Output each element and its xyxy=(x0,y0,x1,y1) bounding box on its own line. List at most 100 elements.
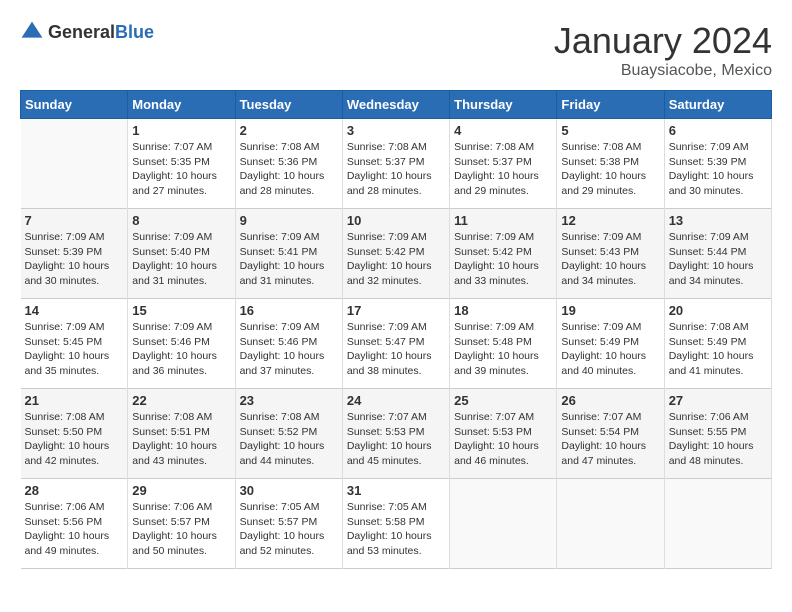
day-info: Sunrise: 7:09 AMSunset: 5:39 PMDaylight:… xyxy=(669,140,767,199)
weekday-header: Monday xyxy=(128,91,235,119)
day-number: 17 xyxy=(347,303,445,318)
day-number: 25 xyxy=(454,393,552,408)
day-number: 4 xyxy=(454,123,552,138)
calendar-cell: 1Sunrise: 7:07 AMSunset: 5:35 PMDaylight… xyxy=(128,119,235,209)
day-number: 15 xyxy=(132,303,230,318)
calendar-cell: 15 Sunrise: 7:09 AMSunset: 5:46 PMDayligh… xyxy=(128,299,235,389)
day-info: Sunrise: 7:08 AMSunset: 5:38 PMDaylight:… xyxy=(561,140,659,199)
day-number: 27 xyxy=(669,393,767,408)
day-number: 26 xyxy=(561,393,659,408)
calendar-week-row: 1Sunrise: 7:07 AMSunset: 5:35 PMDaylight… xyxy=(21,119,772,209)
day-info: Sunrise: 7:09 AMSunset: 5:46 PMDaylight:… xyxy=(240,320,338,379)
calendar-cell: 14Sunrise: 7:09 AMSunset: 5:45 PMDayligh… xyxy=(21,299,128,389)
day-number: 28 xyxy=(25,483,124,498)
day-number: 11 xyxy=(454,213,552,228)
weekday-header: Saturday xyxy=(664,91,771,119)
calendar-week-row: 14Sunrise: 7:09 AMSunset: 5:45 PMDayligh… xyxy=(21,299,772,389)
day-info: Sunrise: 7:05 AMSunset: 5:58 PMDaylight:… xyxy=(347,500,445,559)
calendar-cell: 22Sunrise: 7:08 AMSunset: 5:51 PMDayligh… xyxy=(128,389,235,479)
calendar-cell xyxy=(21,119,128,209)
calendar-cell xyxy=(664,479,771,569)
day-info: Sunrise: 7:09 AMSunset: 5:48 PMDaylight:… xyxy=(454,320,552,379)
day-number: 19 xyxy=(561,303,659,318)
day-number: 3 xyxy=(347,123,445,138)
day-info: Sunrise: 7:08 AMSunset: 5:52 PMDaylight:… xyxy=(240,410,338,469)
weekday-header: Wednesday xyxy=(342,91,449,119)
day-info: Sunrise: 7:09 AMSunset: 5:43 PMDaylight:… xyxy=(561,230,659,289)
day-info: Sunrise: 7:07 AMSunset: 5:53 PMDaylight:… xyxy=(347,410,445,469)
day-number: 7 xyxy=(25,213,124,228)
calendar-cell: 12 Sunrise: 7:09 AMSunset: 5:43 PMDayligh… xyxy=(557,209,664,299)
calendar-cell: 6 Sunrise: 7:09 AMSunset: 5:39 PMDaylight… xyxy=(664,119,771,209)
weekday-header: Thursday xyxy=(450,91,557,119)
day-number: 9 xyxy=(240,213,338,228)
day-info: Sunrise: 7:08 AMSunset: 5:36 PMDaylight:… xyxy=(240,140,338,199)
day-info: Sunrise: 7:09 AMSunset: 5:46 PMDaylight:… xyxy=(132,320,230,379)
day-info: Sunrise: 7:05 AMSunset: 5:57 PMDaylight:… xyxy=(240,500,338,559)
calendar-week-row: 7Sunrise: 7:09 AMSunset: 5:39 PMDaylight… xyxy=(21,209,772,299)
calendar-cell: 10 Sunrise: 7:09 AMSunset: 5:42 PMDayligh… xyxy=(342,209,449,299)
day-info: Sunrise: 7:09 AMSunset: 5:44 PMDaylight:… xyxy=(669,230,767,289)
day-info: Sunrise: 7:06 AMSunset: 5:55 PMDaylight:… xyxy=(669,410,767,469)
logo: GeneralBlue xyxy=(20,20,154,44)
title-block: January 2024 Buaysiacobe, Mexico xyxy=(554,20,772,80)
day-info: Sunrise: 7:09 AMSunset: 5:41 PMDaylight:… xyxy=(240,230,338,289)
day-info: Sunrise: 7:08 AMSunset: 5:37 PMDaylight:… xyxy=(454,140,552,199)
logo-icon xyxy=(20,20,44,44)
calendar-cell: 3 Sunrise: 7:08 AMSunset: 5:37 PMDaylight… xyxy=(342,119,449,209)
calendar-cell: 24 Sunrise: 7:07 AMSunset: 5:53 PMDayligh… xyxy=(342,389,449,479)
calendar-week-row: 28 Sunrise: 7:06 AMSunset: 5:56 PMDayligh… xyxy=(21,479,772,569)
calendar-cell: 19 Sunrise: 7:09 AMSunset: 5:49 PMDayligh… xyxy=(557,299,664,389)
day-number: 18 xyxy=(454,303,552,318)
day-number: 31 xyxy=(347,483,445,498)
calendar-cell: 18 Sunrise: 7:09 AMSunset: 5:48 PMDayligh… xyxy=(450,299,557,389)
calendar-cell: 31 Sunrise: 7:05 AMSunset: 5:58 PMDayligh… xyxy=(342,479,449,569)
calendar-cell: 17Sunrise: 7:09 AMSunset: 5:47 PMDayligh… xyxy=(342,299,449,389)
day-number: 21 xyxy=(25,393,124,408)
day-info: Sunrise: 7:06 AMSunset: 5:57 PMDaylight:… xyxy=(132,500,230,559)
calendar-cell xyxy=(450,479,557,569)
month-title: January 2024 xyxy=(554,20,772,62)
calendar-cell: 27 Sunrise: 7:06 AMSunset: 5:55 PMDayligh… xyxy=(664,389,771,479)
day-info: Sunrise: 7:08 AMSunset: 5:49 PMDaylight:… xyxy=(669,320,767,379)
day-info: Sunrise: 7:09 AMSunset: 5:42 PMDaylight:… xyxy=(454,230,552,289)
weekday-header: Tuesday xyxy=(235,91,342,119)
calendar-cell: 8Sunrise: 7:09 AMSunset: 5:40 PMDaylight… xyxy=(128,209,235,299)
day-info: Sunrise: 7:09 AMSunset: 5:49 PMDaylight:… xyxy=(561,320,659,379)
location-title: Buaysiacobe, Mexico xyxy=(554,62,772,80)
calendar-cell: 11 Sunrise: 7:09 AMSunset: 5:42 PMDayligh… xyxy=(450,209,557,299)
calendar-cell: 13 Sunrise: 7:09 AMSunset: 5:44 PMDayligh… xyxy=(664,209,771,299)
weekday-header: Friday xyxy=(557,91,664,119)
day-number: 24 xyxy=(347,393,445,408)
day-info: Sunrise: 7:08 AMSunset: 5:51 PMDaylight:… xyxy=(132,410,230,469)
day-info: Sunrise: 7:07 AMSunset: 5:54 PMDaylight:… xyxy=(561,410,659,469)
day-number: 1 xyxy=(132,123,230,138)
logo-text-blue: Blue xyxy=(115,22,154,42)
day-number: 20 xyxy=(669,303,767,318)
day-number: 12 xyxy=(561,213,659,228)
day-number: 30 xyxy=(240,483,338,498)
day-info: Sunrise: 7:06 AMSunset: 5:56 PMDaylight:… xyxy=(25,500,124,559)
day-number: 29 xyxy=(132,483,230,498)
calendar-cell: 9 Sunrise: 7:09 AMSunset: 5:41 PMDaylight… xyxy=(235,209,342,299)
page-header: GeneralBlue January 2024 Buaysiacobe, Me… xyxy=(20,20,772,80)
logo-text-general: General xyxy=(48,22,115,42)
calendar-cell: 30 Sunrise: 7:05 AMSunset: 5:57 PMDayligh… xyxy=(235,479,342,569)
day-number: 23 xyxy=(240,393,338,408)
calendar-cell: 29 Sunrise: 7:06 AMSunset: 5:57 PMDayligh… xyxy=(128,479,235,569)
calendar-cell: 16 Sunrise: 7:09 AMSunset: 5:46 PMDayligh… xyxy=(235,299,342,389)
day-number: 16 xyxy=(240,303,338,318)
calendar-cell: 25 Sunrise: 7:07 AMSunset: 5:53 PMDayligh… xyxy=(450,389,557,479)
day-info: Sunrise: 7:07 AMSunset: 5:53 PMDaylight:… xyxy=(454,410,552,469)
day-info: Sunrise: 7:08 AMSunset: 5:37 PMDaylight:… xyxy=(347,140,445,199)
calendar-cell: 28 Sunrise: 7:06 AMSunset: 5:56 PMDayligh… xyxy=(21,479,128,569)
day-info: Sunrise: 7:09 AMSunset: 5:42 PMDaylight:… xyxy=(347,230,445,289)
calendar-cell: 20 Sunrise: 7:08 AMSunset: 5:49 PMDayligh… xyxy=(664,299,771,389)
day-number: 13 xyxy=(669,213,767,228)
calendar-cell: 5Sunrise: 7:08 AMSunset: 5:38 PMDaylight… xyxy=(557,119,664,209)
calendar-cell: 21Sunrise: 7:08 AMSunset: 5:50 PMDayligh… xyxy=(21,389,128,479)
day-number: 14 xyxy=(25,303,124,318)
calendar-header-row: SundayMondayTuesdayWednesdayThursdayFrid… xyxy=(21,91,772,119)
day-number: 6 xyxy=(669,123,767,138)
day-number: 10 xyxy=(347,213,445,228)
